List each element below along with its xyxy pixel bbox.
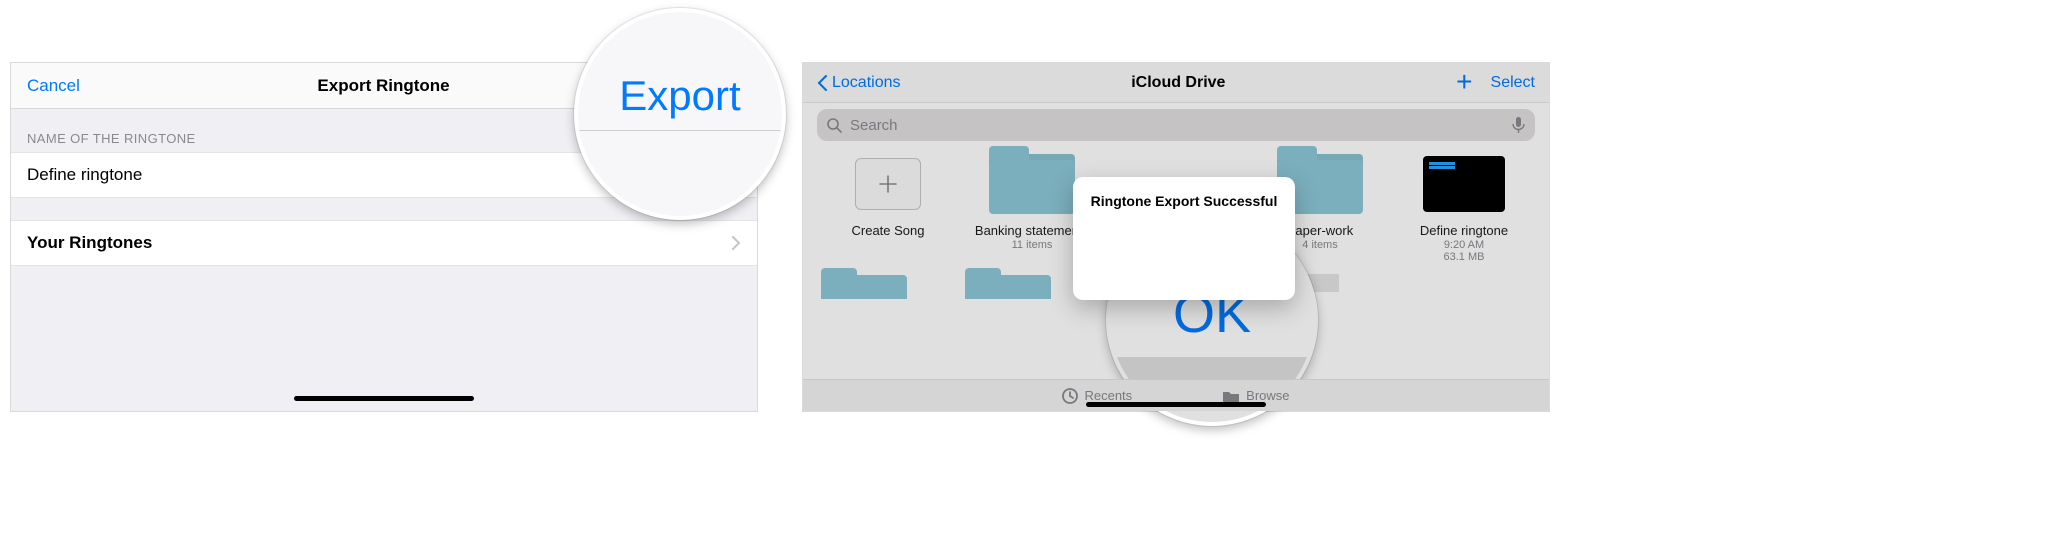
home-indicator[interactable] (1086, 402, 1266, 407)
chevron-right-icon (731, 236, 741, 250)
files-navbar: Locations iCloud Drive + Select (803, 63, 1549, 103)
file-name: Define ringtone (1420, 223, 1508, 239)
folder-banking-sub: 11 items (1012, 239, 1053, 251)
export-success-alert: Ringtone Export Successful OK (1073, 177, 1295, 300)
folder-banking-name: Banking statements (975, 223, 1089, 239)
back-locations-button[interactable]: Locations (817, 74, 901, 92)
clock-icon (1062, 388, 1078, 404)
folder-paperwork-sub: 4 items (1302, 239, 1337, 251)
create-song-button[interactable]: Create Song (821, 153, 955, 263)
chevron-left-icon (817, 75, 828, 91)
folder-icon[interactable] (965, 267, 1051, 299)
ringtone-name-value: Define ringtone (27, 165, 142, 185)
your-ringtones-label: Your Ringtones (27, 233, 152, 253)
back-locations-label: Locations (832, 74, 901, 92)
folder-icon (1222, 389, 1240, 403)
export-magnifier: Export (574, 8, 786, 220)
add-button[interactable]: + (1456, 68, 1472, 96)
export-navbar-title: Export Ringtone (317, 76, 449, 96)
browse-tab[interactable]: Browse (1222, 388, 1289, 403)
dictate-icon[interactable] (1512, 116, 1525, 134)
alert-title: Ringtone Export Successful (1087, 193, 1281, 209)
search-field[interactable]: Search (817, 109, 1535, 141)
garageband-file-icon (1423, 156, 1505, 212)
export-button[interactable]: Export (619, 72, 740, 120)
recents-label: Recents (1084, 388, 1132, 403)
select-button[interactable]: Select (1491, 74, 1535, 92)
search-placeholder: Search (850, 117, 898, 134)
file-time: 9:20 AM (1444, 239, 1484, 251)
files-navbar-title: iCloud Drive (1131, 74, 1225, 92)
your-ringtones-row[interactable]: Your Ringtones (11, 220, 757, 266)
search-icon (827, 118, 842, 133)
folder-icon[interactable] (821, 267, 907, 299)
folder-paperwork-name: Paper-work (1287, 223, 1353, 239)
create-song-label: Create Song (852, 223, 925, 239)
browse-label: Browse (1246, 388, 1289, 403)
cancel-button[interactable]: Cancel (27, 76, 80, 96)
file-define-ringtone[interactable]: Define ringtone 9:20 AM 63.1 MB (1397, 153, 1531, 263)
folder-icon (989, 154, 1075, 214)
home-indicator[interactable] (294, 396, 474, 401)
file-size: 63.1 MB (1444, 251, 1485, 263)
plus-icon (855, 158, 921, 210)
